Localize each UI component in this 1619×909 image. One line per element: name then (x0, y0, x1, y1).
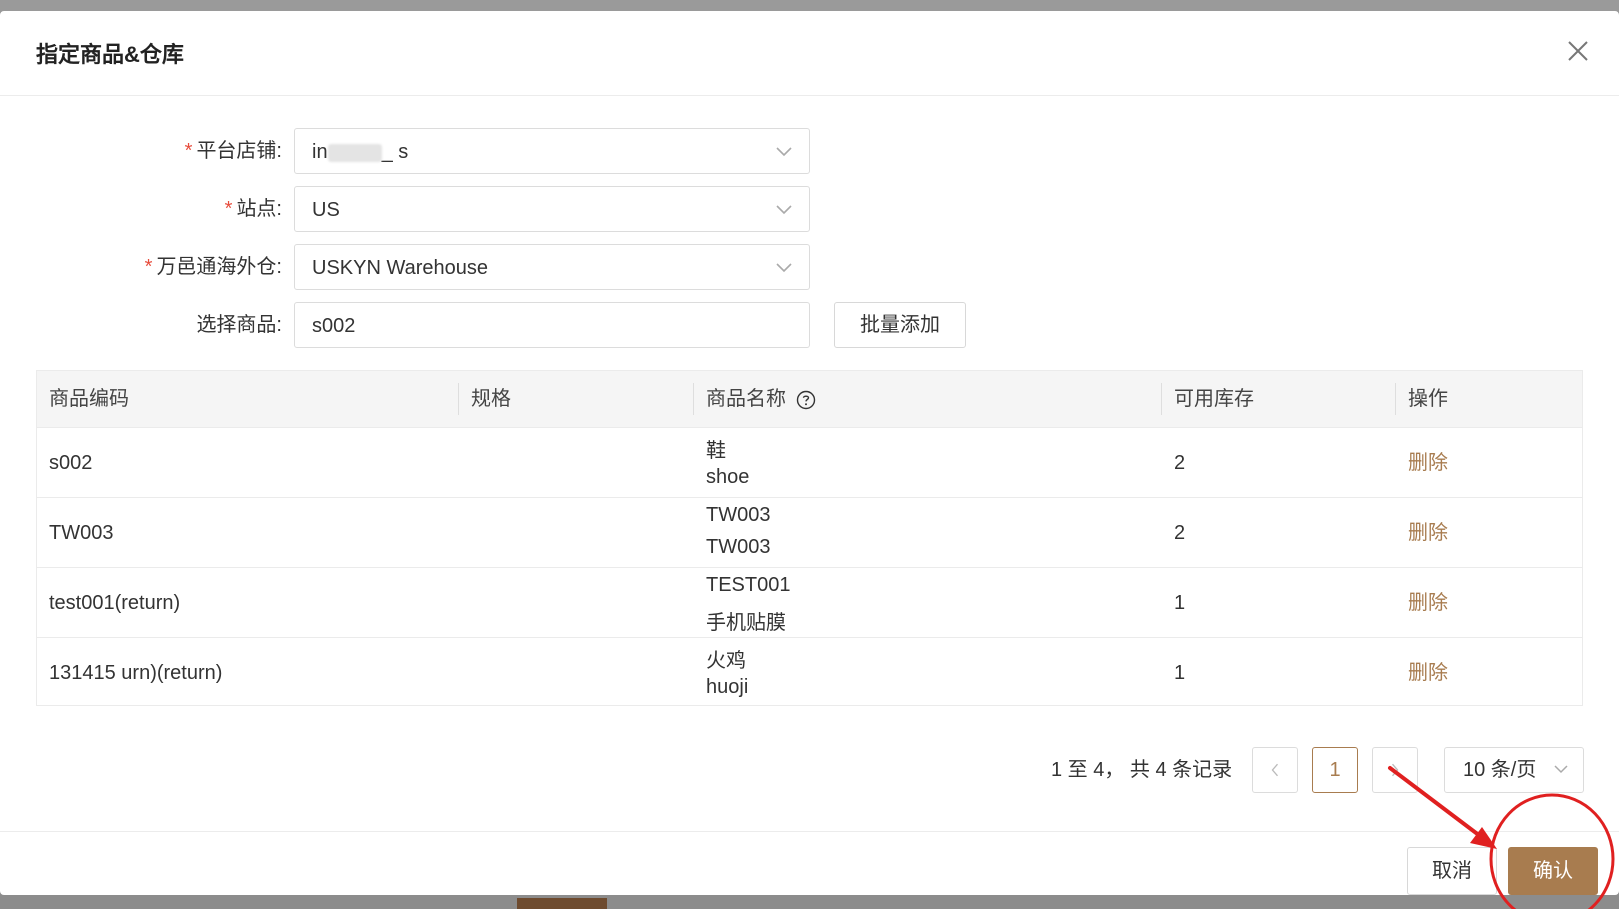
cell-stock: 1 (1174, 592, 1186, 614)
chevron-down-icon (776, 205, 792, 215)
dialog-header: 指定商品&仓库 (0, 11, 1619, 96)
chevron-down-icon (1554, 765, 1568, 774)
header-spec: 规格 (471, 388, 511, 410)
table-row: TW003 TW003 TW003 2 删除 (37, 497, 1582, 568)
cell-code: TW003 (49, 522, 114, 544)
chevron-down-icon (776, 147, 792, 157)
product-table: 商品编码 规格 商品名称 可用库存 操作 s002 鞋 shoe 2 删除 TW… (36, 370, 1583, 706)
cell-name-line2: huoji (706, 676, 749, 698)
delete-link[interactable]: 删除 (1408, 428, 1448, 498)
page-button-current[interactable]: 1 (1312, 747, 1358, 793)
header-code: 商品编码 (49, 388, 129, 410)
product-label: 选择商品: (196, 314, 282, 336)
warehouse-select[interactable]: USKYN Warehouse (294, 244, 810, 290)
chevron-right-icon (1391, 763, 1399, 777)
product-input-value: s002 (312, 315, 356, 337)
store-value: in _ s (312, 141, 409, 163)
header-divider (458, 383, 459, 415)
delete-link[interactable]: 删除 (1408, 638, 1448, 708)
dialog-title: 指定商品&仓库 (36, 42, 184, 67)
required-mark: * (144, 256, 153, 278)
delete-link[interactable]: 删除 (1408, 498, 1448, 568)
assign-product-warehouse-dialog: 指定商品&仓库 * 平台店铺: in _ s * 站点: US * 万邑通海外仓: US… (0, 11, 1619, 895)
footer-divider (0, 831, 1619, 832)
product-search-input[interactable]: s002 (294, 302, 810, 348)
site-value: US (312, 199, 340, 221)
close-icon[interactable] (1566, 39, 1590, 63)
page-size-value: 10 条/页 (1463, 759, 1537, 781)
delete-link[interactable]: 删除 (1408, 568, 1448, 638)
cell-name-line1: TEST001 (706, 574, 791, 596)
prev-page-button[interactable] (1252, 747, 1298, 793)
chevron-down-icon (776, 263, 792, 273)
warehouse-value: USKYN Warehouse (312, 257, 488, 279)
table-row: test001(return) TEST001 手机贴膜 1 删除 (37, 567, 1582, 638)
cell-code: test001(return) (49, 592, 181, 614)
next-page-button[interactable] (1372, 747, 1418, 793)
required-mark: * (184, 140, 193, 162)
table-header: 商品编码 规格 商品名称 可用库存 操作 (37, 371, 1582, 427)
table-row: 131415 urn)(return) 火鸡 huoji 1 删除 (37, 637, 1582, 708)
header-divider (1395, 383, 1396, 415)
cell-stock: 2 (1174, 522, 1186, 544)
cell-name-line1: 火鸡 (706, 650, 746, 672)
page-size-select[interactable]: 10 条/页 (1444, 747, 1584, 793)
header-divider (1161, 383, 1162, 415)
cell-code: 131415 urn)(return) (49, 662, 223, 684)
header-name: 商品名称 (706, 371, 816, 427)
header-divider (693, 383, 694, 415)
header-stock: 可用库存 (1174, 388, 1254, 410)
cell-name-line1: TW003 (706, 504, 771, 526)
cell-stock: 2 (1174, 452, 1186, 474)
batch-add-button[interactable]: 批量添加 (834, 302, 966, 348)
cell-name-line2: 手机贴膜 (706, 612, 786, 634)
table-row: s002 鞋 shoe 2 删除 (37, 427, 1582, 498)
cancel-button[interactable]: 取消 (1407, 847, 1497, 895)
backdrop-button-fragment (517, 898, 607, 909)
site-label: * 站点: (224, 198, 282, 220)
store-select[interactable]: in _ s (294, 128, 810, 174)
site-select[interactable]: US (294, 186, 810, 232)
warehouse-label: * 万邑通海外仓: (144, 256, 282, 278)
redacted-blur (327, 143, 382, 162)
required-mark: * (224, 198, 233, 220)
cell-stock: 1 (1174, 662, 1186, 684)
confirm-button[interactable]: 确认 (1508, 847, 1598, 895)
store-label: * 平台店铺: (184, 140, 282, 162)
backdrop-bottom (0, 895, 1619, 909)
help-icon[interactable] (796, 390, 816, 410)
header-action: 操作 (1408, 388, 1448, 410)
cell-name-line2: TW003 (706, 536, 771, 558)
pagination-summary: 1 至 4， 共 4 条记录 (1051, 759, 1233, 781)
cell-name-line1: 鞋 (706, 440, 726, 462)
cell-code: s002 (49, 452, 93, 474)
chevron-left-icon (1271, 763, 1279, 777)
cell-name-line2: shoe (706, 466, 750, 488)
